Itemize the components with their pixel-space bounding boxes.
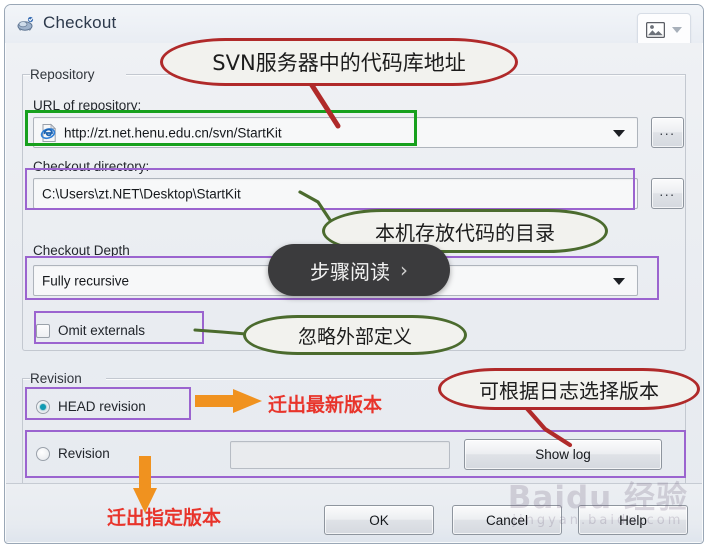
chevron-down-icon (672, 27, 682, 33)
head-revision-annotation-text: 迁出最新版本 (268, 394, 383, 416)
url-annotation-bubble: SVN服务器中的代码库地址 (160, 38, 518, 86)
picture-icon (645, 21, 666, 39)
omit-externals-highlight-box (34, 311, 204, 344)
directory-highlight-box (25, 168, 635, 210)
revision-row-highlight-box (25, 430, 686, 478)
step-reader-pill[interactable]: 步骤阅读 › (268, 244, 450, 296)
chevron-right-icon: › (400, 258, 408, 282)
cancel-button[interactable]: Cancel (452, 505, 562, 535)
revision-annotation-text: 迁出指定版本 (107, 507, 222, 529)
url-highlight-box (25, 110, 417, 146)
tortoisesvn-checkout-icon (17, 16, 35, 33)
chevron-down-icon[interactable] (613, 129, 625, 137)
page-title: Checkout (43, 13, 117, 32)
url-browse-button[interactable]: ... (651, 117, 684, 148)
ok-button[interactable]: OK (324, 505, 434, 535)
omit-externals-annotation-bubble: 忽略外部定义 (243, 315, 467, 355)
step-reader-label: 步骤阅读 (310, 259, 390, 284)
help-button[interactable]: Help (578, 505, 688, 535)
head-revision-highlight-box (25, 387, 191, 420)
directory-browse-button[interactable]: ... (651, 178, 684, 209)
show-log-annotation-bubble: 可根据日志选择版本 (438, 368, 700, 410)
